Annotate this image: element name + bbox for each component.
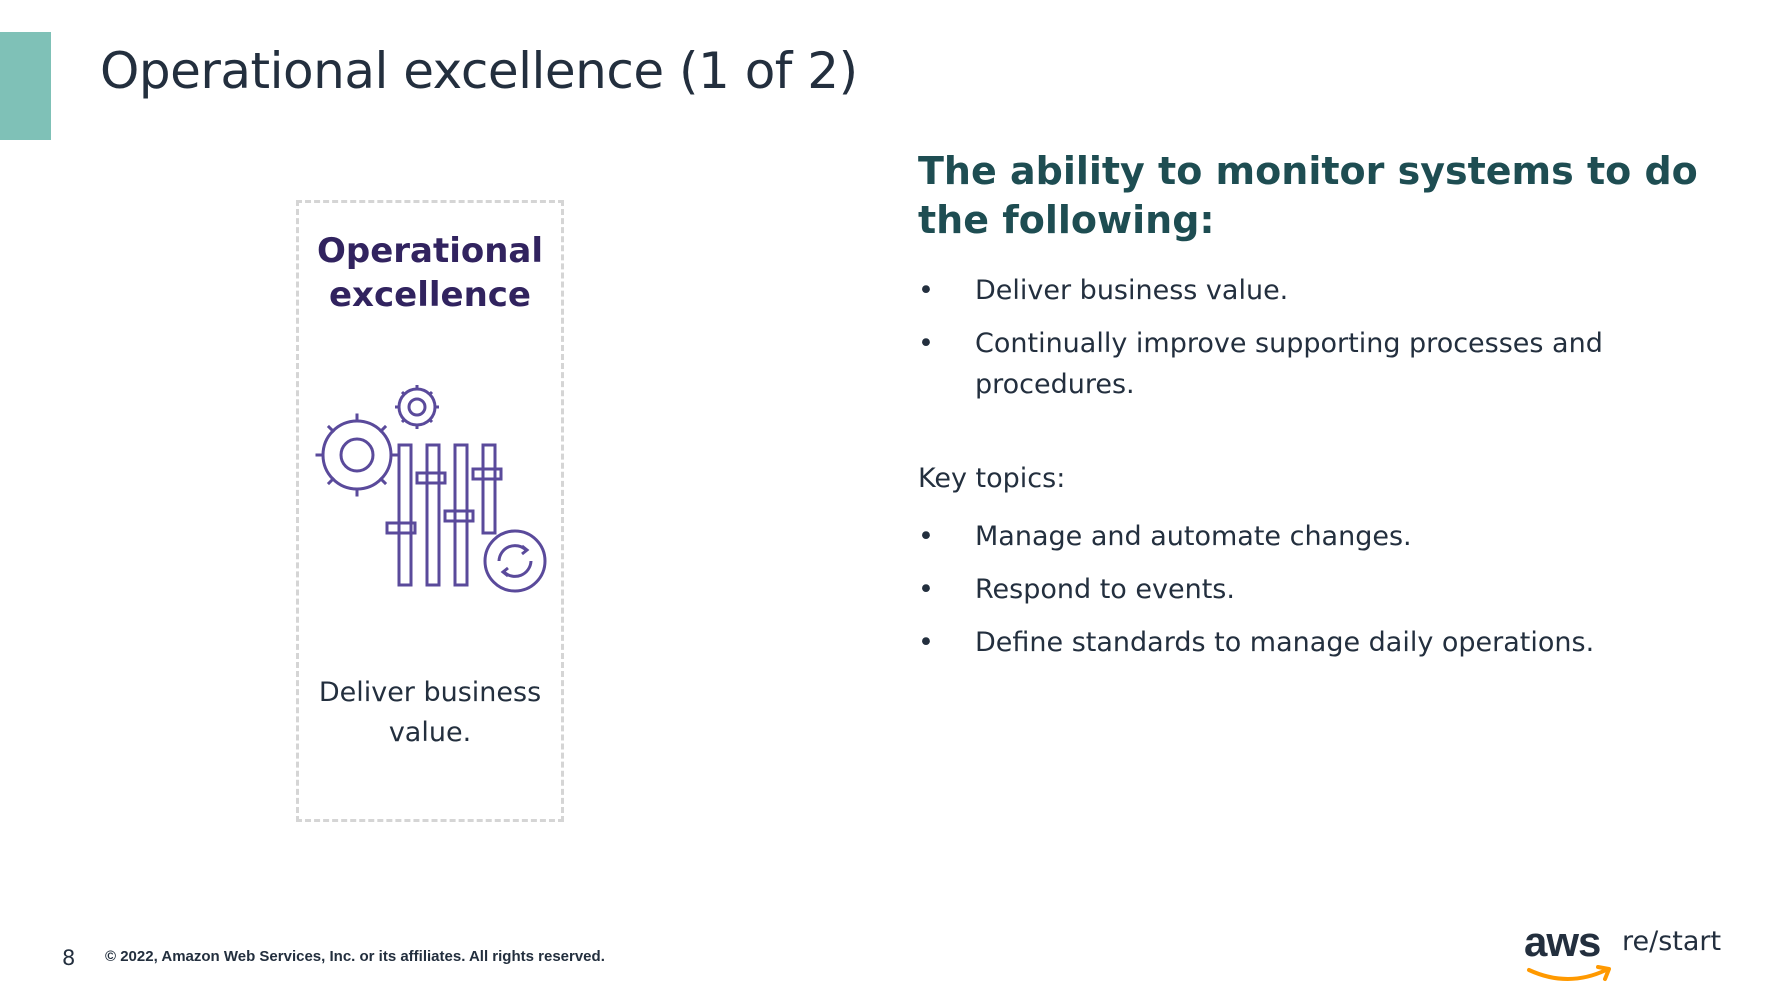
bullet-dot-icon: • xyxy=(918,574,934,605)
topics-list: • Manage and automate changes. • Respond t… xyxy=(918,516,1718,675)
key-topics-label: Key topics: xyxy=(918,463,1066,494)
pillar-card: Operational excellence Deliver business … xyxy=(296,200,564,822)
bullet-dot-icon: • xyxy=(918,328,934,359)
pillar-heading: Operational excellence xyxy=(316,231,544,315)
copyright-notice: © 2022, Amazon Web Services, Inc. or its… xyxy=(105,948,605,965)
bullet-dot-icon: • xyxy=(918,627,934,658)
list-item: • Respond to events. xyxy=(918,569,1718,610)
page-number: 8 xyxy=(62,946,76,970)
bullet-dot-icon: • xyxy=(918,521,934,552)
gears-sliders-refresh-icon xyxy=(309,383,549,618)
aws-smile-icon xyxy=(1527,965,1611,981)
list-item: • Deliver business value. xyxy=(918,270,1718,311)
restart-brand: re/start xyxy=(1622,926,1722,957)
list-item: • Continually improve supporting processe… xyxy=(918,323,1718,405)
list-item: • Manage and automate changes. xyxy=(918,516,1718,557)
content-subheading: The ability to monitor systems to do the… xyxy=(918,149,1698,242)
list-item: • Define standards to manage daily operat… xyxy=(918,622,1718,663)
capability-list: • Deliver business value. • Continually im… xyxy=(918,270,1718,417)
title-accent-bar xyxy=(0,32,51,140)
bullet-dot-icon: • xyxy=(918,275,934,306)
slide-title: Operational excellence (1 of 2) xyxy=(100,42,858,100)
pillar-caption: Deliver business value. xyxy=(318,677,542,748)
aws-logo-text: aws xyxy=(1524,918,1601,965)
